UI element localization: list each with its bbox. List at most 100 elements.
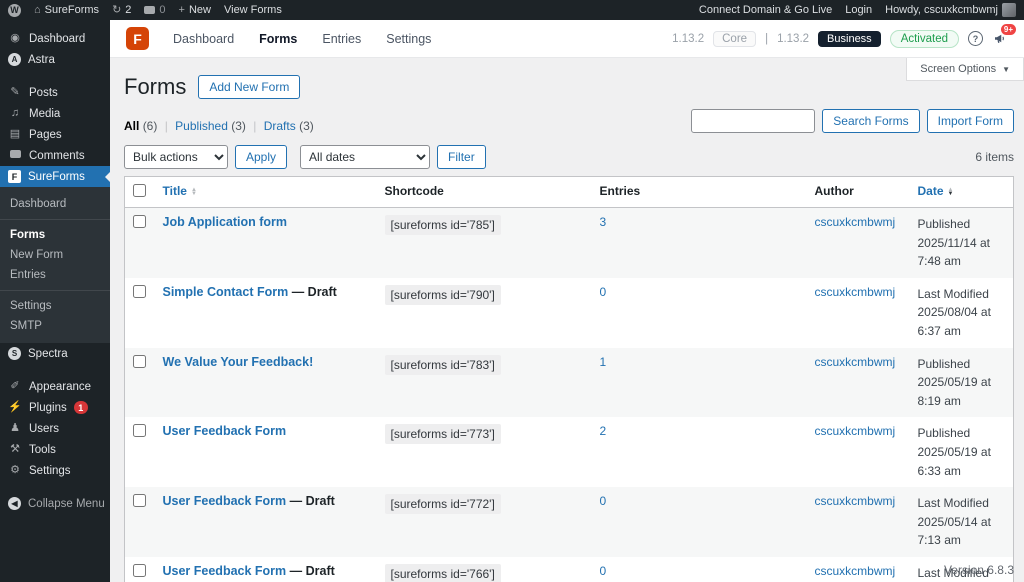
import-form-button[interactable]: Import Form (927, 109, 1014, 133)
shortcode-value[interactable]: [sureforms id='766'] (385, 564, 501, 582)
filter-button[interactable]: Filter (437, 145, 486, 169)
sidebar-item-astra[interactable]: A Astra (0, 49, 110, 70)
form-title-link[interactable]: Simple Contact Form (163, 285, 289, 299)
shortcode-value[interactable]: [sureforms id='790'] (385, 285, 501, 305)
submenu-item-forms[interactable]: Forms (0, 225, 110, 245)
submenu-item-dashboard[interactable]: Dashboard (0, 194, 110, 214)
shortcode-value[interactable]: [sureforms id='783'] (385, 355, 501, 375)
account-menu[interactable]: Howdy, cscuxkcmbwmj (885, 3, 1016, 17)
date-value: 2025/08/04 at 6:37 am (918, 303, 1006, 340)
entries-count-link[interactable]: 3 (600, 215, 607, 229)
apply-button[interactable]: Apply (235, 145, 287, 169)
login-link[interactable]: Login (845, 4, 872, 16)
sidebar-item-collapse-menu[interactable]: ◀ Collapse Menu (0, 493, 110, 514)
view-forms-link[interactable]: View Forms (224, 4, 282, 16)
row-checkbox[interactable] (133, 424, 146, 437)
shortcode-value[interactable]: [sureforms id='773'] (385, 424, 501, 444)
row-checkbox[interactable] (133, 355, 146, 368)
entries-count-link[interactable]: 0 (600, 494, 607, 508)
sidebar-item-appearance[interactable]: ✐ Appearance (0, 376, 110, 397)
author-link[interactable]: cscuxkcmbwmj (815, 355, 896, 369)
column-title-sort[interactable]: Title (163, 184, 187, 198)
table-row: We Value Your Feedback! [sureforms id='7… (125, 348, 1014, 418)
form-title-link[interactable]: User Feedback Form (163, 424, 287, 438)
submenu-item-entries[interactable]: Entries (0, 265, 110, 285)
row-checkbox[interactable] (133, 494, 146, 507)
entries-count-link[interactable]: 2 (600, 424, 607, 438)
sidebar-item-posts[interactable]: ✎ Posts (0, 82, 110, 103)
version-separator: | (765, 33, 768, 45)
activated-badge: Activated (890, 30, 959, 48)
screen-options-button[interactable]: Screen Options ▼ (906, 58, 1024, 81)
bulk-actions-select[interactable]: Bulk actions (124, 145, 228, 169)
notification-count-badge: 9+ (1001, 24, 1016, 35)
add-new-form-button[interactable]: Add New Form (198, 75, 300, 99)
sidebar-item-plugins[interactable]: ⚡ Plugins 1 (0, 397, 110, 418)
form-title-link[interactable]: Job Application form (163, 215, 288, 229)
updates-link[interactable]: ↻ 2 (112, 4, 131, 16)
submenu-item-new-form[interactable]: New Form (0, 245, 110, 265)
comments-icon (8, 150, 22, 161)
sidebar-label: Media (29, 108, 60, 120)
core-badge: Core (713, 31, 756, 47)
sidebar-item-media[interactable]: ♫ Media (0, 103, 110, 124)
author-link[interactable]: cscuxkcmbwmj (815, 494, 896, 508)
sidebar-item-sureforms[interactable]: F SureForms (0, 166, 110, 187)
date-status: Last Modified (918, 494, 1006, 513)
column-date-sort[interactable]: Date (918, 184, 944, 198)
date-status: Published (918, 424, 1006, 443)
form-title-link[interactable]: User Feedback Form (163, 564, 287, 578)
sidebar-item-dashboard[interactable]: ◉ Dashboard (0, 28, 110, 49)
search-forms-button[interactable]: Search Forms (822, 109, 919, 133)
site-name-link[interactable]: ⌂ SureForms (34, 4, 99, 16)
sidebar-item-comments[interactable]: Comments (0, 145, 110, 166)
chevron-down-icon: ▼ (1002, 65, 1010, 74)
entries-count-link[interactable]: 0 (600, 285, 607, 299)
form-title-link[interactable]: We Value Your Feedback! (163, 355, 314, 369)
sidebar-label: Pages (29, 129, 62, 141)
nav-settings[interactable]: Settings (386, 32, 431, 46)
row-checkbox[interactable] (133, 215, 146, 228)
author-link[interactable]: cscuxkcmbwmj (815, 564, 896, 578)
wordpress-menu[interactable]: W (8, 4, 21, 17)
nav-entries[interactable]: Entries (322, 32, 361, 46)
form-status-suffix: — Draft (286, 494, 335, 508)
entries-count-link[interactable]: 0 (600, 564, 607, 578)
entries-count-link[interactable]: 1 (600, 355, 607, 369)
comments-link[interactable]: 0 (144, 4, 165, 16)
connect-domain-link[interactable]: Connect Domain & Go Live (699, 4, 832, 16)
sidebar-item-settings[interactable]: ⚙ Settings (0, 460, 110, 481)
submenu-item-smtp[interactable]: SMTP (0, 316, 110, 336)
help-icon[interactable]: ? (968, 31, 983, 46)
sidebar-label: Appearance (29, 381, 91, 393)
sidebar-item-spectra[interactable]: S Spectra (0, 343, 110, 364)
row-checkbox[interactable] (133, 285, 146, 298)
nav-forms[interactable]: Forms (259, 32, 297, 46)
sidebar-item-pages[interactable]: ▤ Pages (0, 124, 110, 145)
new-content-menu[interactable]: + New (179, 4, 211, 16)
select-all-checkbox[interactable] (133, 184, 146, 197)
form-title-link[interactable]: User Feedback Form (163, 494, 287, 508)
shortcode-value[interactable]: [sureforms id='772'] (385, 494, 501, 514)
announcements-button[interactable]: 9+ (992, 31, 1008, 46)
author-link[interactable]: cscuxkcmbwmj (815, 285, 896, 299)
view-published-link[interactable]: Published (175, 119, 228, 133)
author-link[interactable]: cscuxkcmbwmj (815, 215, 896, 229)
astra-icon: A (8, 53, 21, 66)
search-input[interactable] (691, 109, 815, 133)
shortcode-value[interactable]: [sureforms id='785'] (385, 215, 501, 235)
settings-icon: ⚙ (8, 465, 22, 476)
admin-bar-right: Connect Domain & Go Live Login Howdy, cs… (699, 3, 1016, 17)
sureforms-logo-icon[interactable]: F (126, 27, 149, 50)
row-checkbox[interactable] (133, 564, 146, 577)
submenu-item-settings[interactable]: Settings (0, 296, 110, 316)
nav-dashboard[interactable]: Dashboard (173, 32, 234, 46)
updates-icon: ↻ (112, 5, 121, 16)
view-drafts-link[interactable]: Drafts (264, 119, 296, 133)
view-all-link[interactable]: All (124, 119, 139, 133)
sidebar-item-users[interactable]: ♟ Users (0, 418, 110, 439)
table-header-row: Title▲▼ Shortcode Entries Author Date▲▼ (125, 177, 1014, 208)
author-link[interactable]: cscuxkcmbwmj (815, 424, 896, 438)
sidebar-item-tools[interactable]: ⚒ Tools (0, 439, 110, 460)
date-filter-select[interactable]: All dates (300, 145, 430, 169)
